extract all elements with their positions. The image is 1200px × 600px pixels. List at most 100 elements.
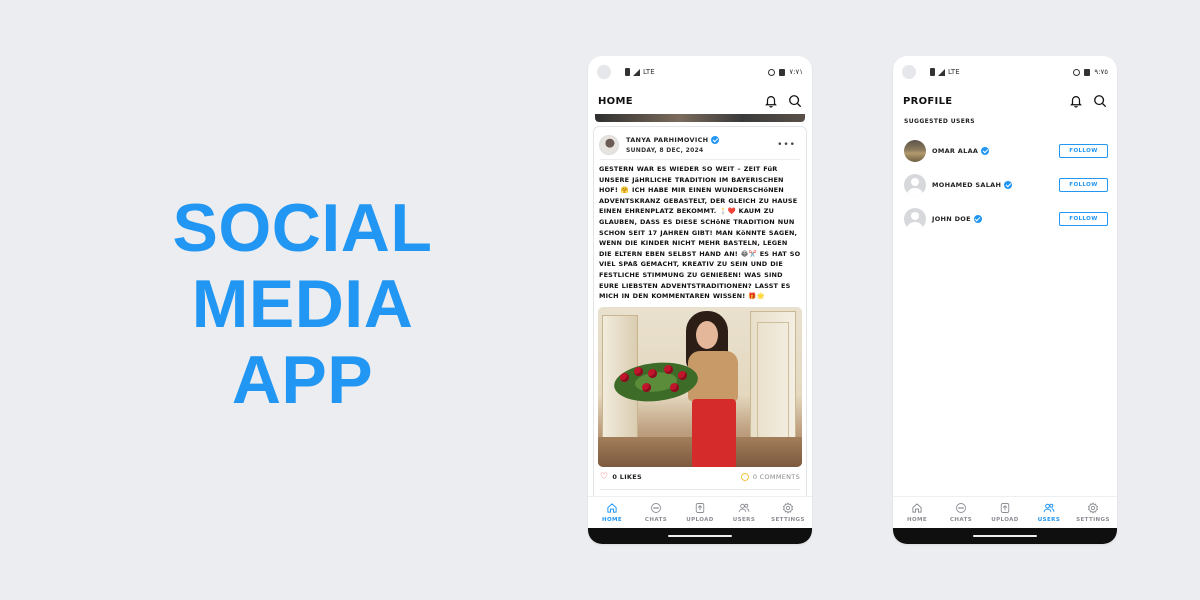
- nav-label: SETTINGS: [1076, 517, 1110, 523]
- avatar[interactable]: [599, 134, 619, 155]
- promo-canvas: SOCIAL MEDIA APP LTE ٧:٧١ HOME TANYA PAR…: [0, 0, 1200, 600]
- post-actions: ♡ 0 LIKES 0 COMMENTS: [594, 467, 806, 482]
- alarm-icon: [1073, 68, 1081, 76]
- chat-icon: [955, 502, 967, 514]
- page-title: PROFILE: [903, 95, 953, 107]
- network-label: LTE: [948, 68, 960, 76]
- home-icon: [606, 502, 618, 514]
- bell-icon[interactable]: [1069, 94, 1083, 108]
- bell-icon[interactable]: [764, 94, 778, 108]
- user-name-label: OMAR ALAA: [932, 147, 979, 155]
- bottom-nav: HOME CHATS UPLOAD USERS SETTINGS: [893, 496, 1117, 528]
- battery-icon: [930, 68, 935, 76]
- signal-group: LTE: [625, 68, 655, 76]
- nav-label: UPLOAD: [991, 517, 1019, 523]
- nav-item-upload[interactable]: UPLOAD: [983, 502, 1027, 523]
- battery-icon: [625, 68, 630, 76]
- top-actions: [1069, 94, 1107, 108]
- top-bar: HOME: [588, 90, 812, 112]
- clock: ٧:٧١: [789, 68, 803, 76]
- search-icon[interactable]: [1093, 94, 1107, 108]
- camera-icon: [597, 65, 611, 79]
- nav-label: HOME: [601, 517, 623, 523]
- bottom-nav: HOME CHATS UPLOAD USERS SETTINGS: [588, 496, 812, 528]
- follow-button[interactable]: FOLLOW: [1059, 178, 1108, 192]
- more-options-icon[interactable]: •••: [777, 140, 802, 150]
- image-person-pants: [692, 398, 736, 467]
- post-image[interactable]: [598, 306, 802, 467]
- home-icon: [911, 502, 923, 514]
- home-indicator[interactable]: [893, 528, 1117, 544]
- nav-label: CHATS: [949, 517, 973, 523]
- nav-label: SETTINGS: [771, 517, 805, 523]
- avatar[interactable]: [904, 140, 926, 162]
- signal-icon: [633, 68, 640, 76]
- users-icon: [1043, 502, 1055, 514]
- user-name[interactable]: OMAR ALAA: [932, 147, 990, 155]
- post-header: TANYA PARHIMOVICH SUNDAY, 8 DEC, 2024 ••…: [594, 127, 806, 157]
- avatar[interactable]: [904, 208, 926, 230]
- follow-button[interactable]: FOLLOW: [1059, 212, 1108, 226]
- likes-count: 0 LIKES: [612, 473, 642, 482]
- image-rose: [678, 370, 687, 380]
- status-right: ٩:٧٥: [1073, 68, 1108, 76]
- nav-label: USERS: [732, 517, 756, 523]
- verified-icon: [711, 135, 720, 144]
- phone-home: LTE ٧:٧١ HOME TANYA PARHIMOVICH SUNDAY, …: [588, 56, 812, 544]
- nav-item-settings[interactable]: SETTINGS: [1071, 502, 1115, 523]
- user-name[interactable]: MOHAMED SALAH: [932, 181, 1013, 189]
- follow-button[interactable]: FOLLOW: [1059, 144, 1108, 158]
- avatar[interactable]: [904, 174, 926, 196]
- image-rose: [620, 372, 629, 382]
- upload-icon: [999, 502, 1011, 514]
- nav-label: USERS: [1037, 517, 1061, 523]
- signal-icon: [938, 68, 945, 76]
- camera-icon: [902, 65, 916, 79]
- headline-line-3: APP: [231, 342, 374, 418]
- like-button[interactable]: ♡ 0 LIKES: [600, 471, 642, 482]
- comments-count: 0 COMMENTS: [752, 473, 800, 482]
- post-date: SUNDAY, 8 DEC, 2024: [626, 146, 704, 154]
- section-label: SUGGESTED USERS: [904, 118, 975, 125]
- image-rose: [634, 366, 643, 376]
- user-row: MOHAMED SALAH FOLLOW: [904, 173, 1108, 197]
- nav-item-settings[interactable]: SETTINGS: [766, 502, 810, 523]
- verified-icon: [981, 147, 990, 155]
- nav-item-home[interactable]: HOME: [895, 502, 939, 523]
- nav-item-home[interactable]: HOME: [590, 502, 634, 523]
- search-icon[interactable]: [788, 94, 802, 108]
- status-bar: LTE ٧:٧١: [588, 64, 812, 80]
- image-rose: [648, 368, 657, 378]
- image-rose: [664, 364, 673, 374]
- sim-icon: [779, 68, 786, 76]
- nav-item-users[interactable]: USERS: [722, 502, 766, 523]
- home-indicator[interactable]: [588, 528, 812, 544]
- verified-icon: [973, 215, 982, 223]
- nav-item-users[interactable]: USERS: [1027, 502, 1071, 523]
- gear-icon: [1087, 502, 1099, 514]
- post-meta: TANYA PARHIMOVICH SUNDAY, 8 DEC, 2024: [626, 135, 720, 154]
- image-rose: [670, 382, 679, 392]
- heart-icon: ♡: [600, 471, 609, 482]
- page-title: HOME: [598, 95, 633, 107]
- verified-icon: [1004, 181, 1013, 189]
- nav-item-chats[interactable]: CHATS: [634, 502, 678, 523]
- status-right: ٧:٧١: [768, 68, 803, 76]
- headline-line-1: SOCIAL: [172, 190, 433, 266]
- image-rose: [642, 382, 651, 392]
- nav-item-upload[interactable]: UPLOAD: [678, 502, 722, 523]
- user-name-label: MOHAMED SALAH: [932, 181, 1002, 189]
- user-name-label: JOHN DOE: [932, 215, 971, 223]
- clock: ٩:٧٥: [1094, 68, 1108, 76]
- nav-item-chats[interactable]: CHATS: [939, 502, 983, 523]
- top-bar: PROFILE: [893, 90, 1117, 112]
- comment-button[interactable]: 0 COMMENTS: [740, 473, 800, 482]
- gear-icon: [782, 502, 794, 514]
- nav-label: CHATS: [644, 517, 668, 523]
- post-author[interactable]: TANYA PARHIMOVICH: [626, 135, 720, 144]
- sim-icon: [1084, 68, 1091, 76]
- user-name[interactable]: JOHN DOE: [932, 215, 982, 223]
- alarm-icon: [768, 68, 776, 76]
- image-person-face: [696, 320, 718, 349]
- nav-label: HOME: [906, 517, 928, 523]
